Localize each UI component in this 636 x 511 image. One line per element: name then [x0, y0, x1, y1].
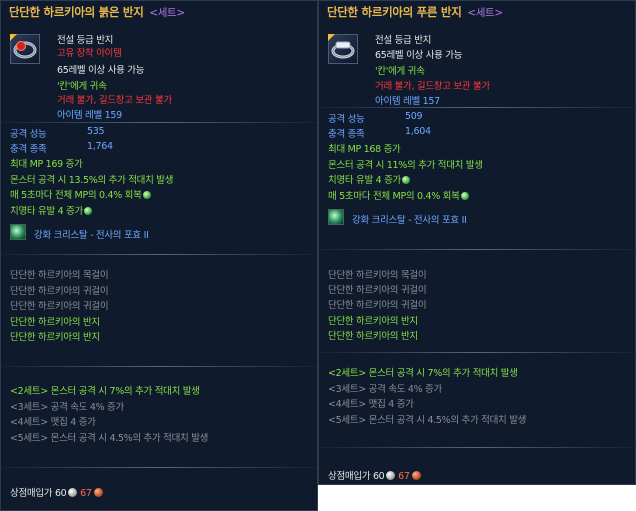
item-title: 단단한 하르키아의 푸른 반지 <세트> — [327, 5, 503, 19]
crystal-text: 강화 크리스탈 - 전사의 포효 II — [34, 230, 149, 241]
divider — [1, 254, 317, 255]
tooltip-red-ring: 단단한 하르키아의 붉은 반지 <세트> 전설 등급 반지 고유 장착 아이템 … — [0, 0, 318, 511]
set-tag: <세트> — [149, 7, 185, 19]
divider — [319, 249, 635, 250]
grade-text: 전설 등급 반지 — [375, 35, 432, 46]
gem-icon — [142, 191, 151, 199]
blue-ring-icon — [328, 34, 358, 64]
divider — [319, 447, 635, 448]
set-tag: <세트> — [467, 7, 503, 19]
set-item: 단단한 하르키아의 반지 — [328, 316, 418, 327]
set-bonus: <3세트> 공격 속도 4% 증가 — [328, 384, 442, 395]
stat-value: 1,764 — [87, 141, 113, 152]
copper-coin-icon — [411, 471, 421, 480]
set-bonus: <4세트> 맷집 4 증가 — [10, 417, 96, 428]
divider — [1, 122, 317, 123]
grade-text: 전설 등급 반지 — [57, 35, 114, 46]
unique-text: 고유 장착 아이템 — [57, 48, 122, 59]
item-title: 단단한 하르키아의 붉은 반지 <세트> — [9, 5, 185, 19]
crystal-icon — [10, 224, 26, 240]
crystal-icon — [328, 209, 344, 225]
effect-line: 몬스터 공격 시 13.5%의 추가 적대치 발생 — [10, 175, 174, 186]
effect-line: 치명타 유발 4 증가 — [328, 172, 410, 186]
effect-line: 최대 MP 169 증가 — [10, 159, 83, 170]
set-bonus: <2세트> 몬스터 공격 시 7%의 추가 적대치 발생 — [10, 386, 200, 397]
gem-icon — [83, 207, 92, 215]
divider — [319, 107, 635, 108]
set-bonus: <4세트> 맷집 4 증가 — [328, 399, 414, 410]
shop-price: 상점매입가 60 67 — [10, 485, 103, 499]
bound-text: '칸'에게 귀속 — [57, 81, 107, 92]
item-level: 아이템 레벨 157 — [375, 96, 440, 107]
divider — [319, 352, 635, 353]
silver-coin-icon — [68, 488, 78, 497]
effect-line: 치명타 유발 4 증가 — [10, 203, 92, 217]
silver-coin-icon — [386, 471, 396, 480]
set-item: 단단한 하르키아의 귀걸이 — [328, 285, 427, 296]
set-item: 단단한 하르키아의 반지 — [10, 317, 100, 328]
shop-price: 상점매입가 60 67 — [328, 468, 421, 482]
stat-label: 충격 종족 — [10, 144, 47, 155]
copper-coin-icon — [93, 488, 103, 497]
set-item: 단단한 하르키아의 귀걸이 — [10, 301, 109, 312]
effect-line: 매 5초마다 전체 MP의 0.4% 회복 — [10, 187, 151, 201]
stat-label: 공격 성능 — [10, 129, 47, 140]
trade-restriction: 거래 불가, 길드창고 보관 불가 — [57, 95, 172, 106]
level-requirement: 65레벨 이상 사용 가능 — [375, 50, 463, 61]
set-item: 단단한 하르키아의 반지 — [10, 332, 100, 343]
bound-text: '칸'에게 귀속 — [375, 66, 425, 77]
set-bonus: <5세트> 몬스터 공격 시 4.5%의 추가 적대치 발생 — [10, 433, 209, 444]
effect-line: 매 5초마다 전체 MP의 0.4% 회복 — [328, 188, 469, 202]
set-bonus: <3세트> 공격 속도 4% 증가 — [10, 402, 124, 413]
stat-value: 1,604 — [405, 126, 431, 137]
set-bonus: <5세트> 몬스터 공격 시 4.5%의 추가 적대치 발생 — [328, 415, 527, 426]
set-bonus: <2세트> 몬스터 공격 시 7%의 추가 적대치 발생 — [328, 368, 518, 379]
set-item: 단단한 하르키아의 목걸이 — [328, 270, 427, 281]
trade-restriction: 거래 불가, 길드창고 보관 불가 — [375, 81, 490, 92]
effect-line: 최대 MP 168 증가 — [328, 144, 401, 155]
level-requirement: 65레벨 이상 사용 가능 — [57, 65, 145, 76]
stat-label: 공격 성능 — [328, 114, 365, 125]
effect-line: 몬스터 공격 시 11%의 추가 적대치 발생 — [328, 160, 483, 171]
gem-icon — [460, 192, 469, 200]
set-item: 단단한 하르키아의 반지 — [328, 331, 418, 342]
stat-label: 충격 종족 — [328, 129, 365, 140]
tooltip-blue-ring: 단단한 하르키아의 푸른 반지 <세트> 전설 등급 반지 65레벨 이상 사용… — [318, 0, 636, 485]
gem-icon — [401, 176, 410, 184]
set-item: 단단한 하르키아의 귀걸이 — [10, 286, 109, 297]
crystal-text: 강화 크리스탈 - 전사의 포효 II — [352, 215, 467, 226]
item-level: 아이템 레벨 159 — [57, 110, 122, 121]
divider — [1, 366, 317, 367]
set-item: 단단한 하르키아의 귀걸이 — [328, 300, 427, 311]
set-item: 단단한 하르키아의 목걸이 — [10, 270, 109, 281]
red-ring-icon — [10, 34, 40, 64]
divider — [1, 467, 317, 468]
stat-value: 509 — [405, 111, 423, 122]
stat-value: 535 — [87, 126, 105, 137]
